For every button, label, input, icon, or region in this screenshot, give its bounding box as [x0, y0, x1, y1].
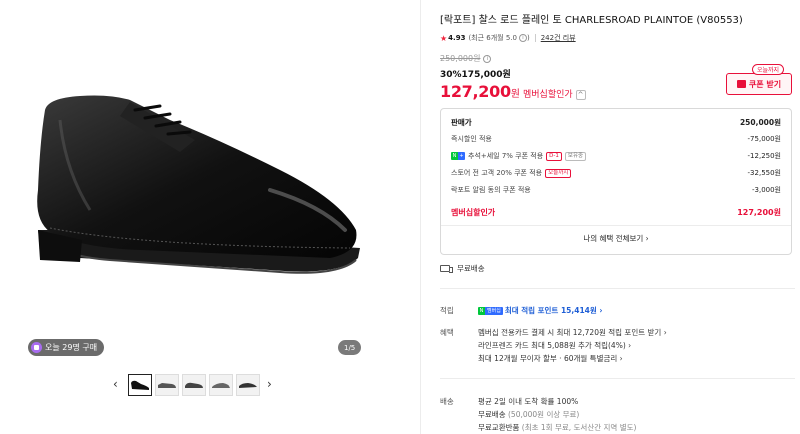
benefit-line-3[interactable]: 최대 12개월 무이자 할부 · 60개월 특별금리 ›: [478, 353, 623, 364]
price-row-value: -75,000원: [747, 135, 781, 143]
thumbnail-prev-arrow[interactable]: ‹: [113, 374, 118, 394]
truck-icon: [440, 265, 453, 273]
rating-detail-close: ): [526, 34, 530, 42]
thumbnail-2[interactable]: [155, 374, 179, 396]
review-count-link[interactable]: 242건 리뷰: [541, 33, 576, 43]
divider: [440, 288, 795, 289]
rating-row: ★ 4.93 (최근 6개월 5.0 i) 242건 리뷰: [440, 33, 576, 43]
delivery-label: 배송: [440, 397, 454, 406]
price-row-label: 락포트 알림 동의 쿠폰 적용: [451, 186, 531, 194]
product-gallery: 오늘 29명 구매 1/5 ‹ ›: [0, 0, 420, 434]
rating-detail: (최근 6개월 5.0: [468, 34, 517, 42]
thumbnail-1[interactable]: [128, 374, 152, 396]
price-row-value: -3,000원: [751, 186, 781, 194]
purchase-count-text: 오늘 29명 구매: [45, 343, 98, 352]
free-return-condition: (최초 1회 무료, 도서산간 지역 별도): [521, 423, 637, 432]
member-price-row: 127,200 원 멤버십할인가 ^: [440, 82, 586, 101]
free-return-label: 무료교환반품: [478, 423, 520, 432]
separator: [534, 34, 536, 42]
delivery-line-1: 평균 2일 이내 도착 확률 100%: [478, 397, 579, 406]
price-row-value: 250,000원: [739, 118, 781, 127]
benefits-label: 혜택: [440, 328, 454, 337]
free-shipping-label: 무료배송: [478, 410, 506, 419]
shoe-thumbnail-icon: [185, 382, 203, 388]
info-icon[interactable]: i: [518, 34, 527, 42]
rating-score: 4.93: [448, 34, 466, 42]
price-row-value: -32,550원: [747, 169, 781, 177]
get-coupon-label: 쿠폰 받기: [748, 79, 782, 89]
star-icon: ★: [440, 33, 448, 43]
view-all-benefits-link[interactable]: 나의 혜택 전체보기 ›: [441, 233, 791, 244]
free-shipping-row: 무료배송: [440, 263, 485, 274]
points-row[interactable]: N 멤버십 최대 적립 포인트 15,414원 ›: [478, 305, 603, 316]
member-price-currency: 원: [510, 89, 520, 100]
price-row-alert-coupon: 락포트 알림 동의 쿠폰 적용 -3,000원: [451, 185, 781, 195]
thumbnail-3[interactable]: [182, 374, 206, 396]
naver-membership-badge: N 멤버십: [478, 307, 503, 315]
delivery-line-3: 무료교환반품 (최초 1회 무료, 도서산간 지역 별도): [478, 422, 636, 433]
benefit-line-1[interactable]: 멤버십 전용카드 결제 시 최대 12,720원 적립 포인트 받기 ›: [478, 327, 667, 338]
divider: [440, 378, 795, 379]
shoe-thumbnail-icon: [158, 383, 176, 388]
thumbnail-next-arrow[interactable]: ›: [267, 374, 272, 394]
thumbnail-strip: [128, 374, 260, 396]
image-page-counter: 1/5: [338, 340, 362, 355]
naver-pay-badge: N +: [451, 152, 465, 160]
free-shipping-text: 무료배송: [457, 264, 485, 273]
member-price-label: 멤버십할인가: [522, 90, 573, 100]
price-row-member-final: 멤버십할인가 127,200원: [451, 207, 781, 218]
price-row-label: 추석+세일 7% 쿠폰 적용: [468, 152, 544, 160]
price-row-instant-discount: 즉시할인 적용 -75,000원: [451, 134, 781, 144]
coupon-icon: [736, 80, 746, 88]
price-breakdown-box: 판매가 250,000원 즉시할인 적용 -75,000원 N + 추석+세일 7…: [440, 108, 792, 255]
thumbnail-4[interactable]: [209, 374, 233, 396]
shoe-thumbnail-icon: [131, 380, 149, 390]
price-row-label: 멤버십할인가: [451, 208, 496, 217]
sale-price: 175,000원: [461, 70, 511, 80]
benefit-line-2[interactable]: 라인프렌즈 카드 최대 5,088원 추가 적립(4%) ›: [478, 340, 631, 351]
free-shipping-condition: (50,000원 이상 무료): [508, 410, 580, 419]
price-row-label: 스토어 전 고객 20% 쿠폰 적용: [451, 169, 543, 177]
panel-divider: [420, 0, 421, 434]
today-only-small-tag: 오늘까지: [545, 168, 572, 178]
max-points-link[interactable]: 최대 적립 포인트 15,414원 ›: [505, 306, 603, 315]
price-row-label: 즉시할인 적용: [451, 135, 492, 143]
member-price: 127,200: [440, 82, 511, 101]
thumbnail-5[interactable]: [236, 374, 260, 396]
shoe-thumbnail-icon: [212, 383, 230, 388]
chevron-up-icon[interactable]: ^: [575, 90, 586, 100]
price-row-value: 127,200원: [737, 208, 781, 217]
original-price: 250,000원: [440, 54, 481, 63]
product-main-image[interactable]: [20, 80, 380, 300]
price-row-base: 판매가 250,000원: [451, 117, 781, 128]
price-row-holiday-coupon: N + 추석+세일 7% 쿠폰 적용 D-1 보유중 -12,250원: [451, 151, 781, 161]
owned-tag: 보유중: [564, 151, 587, 161]
price-row-store-coupon: 스토어 전 고객 20% 쿠폰 적용 오늘까지 -32,550원: [451, 168, 781, 178]
bag-icon: [31, 342, 42, 353]
dday-tag: D-1: [546, 151, 562, 161]
delivery-line-2: 무료배송 (50,000원 이상 무료): [478, 409, 579, 420]
shoe-thumbnail-icon: [239, 383, 257, 388]
divider: [441, 225, 791, 226]
original-price-row: 250,000원 i: [440, 53, 492, 64]
sale-price-row: 30%175,000원: [440, 67, 511, 80]
points-label: 적립: [440, 306, 454, 315]
info-icon[interactable]: i: [483, 54, 492, 63]
price-row-value: -12,250원: [747, 152, 781, 160]
price-row-label: 판매가: [451, 118, 472, 127]
purchase-count-badge: 오늘 29명 구매: [28, 339, 105, 356]
product-title: [락포트] 찰스 로드 플레인 토 CHARLESROAD PLAINTOE (…: [440, 15, 743, 26]
get-coupon-button[interactable]: 쿠폰 받기: [726, 73, 792, 95]
discount-rate: 30%: [440, 70, 462, 80]
today-only-tag: 오늘까지: [752, 64, 785, 75]
